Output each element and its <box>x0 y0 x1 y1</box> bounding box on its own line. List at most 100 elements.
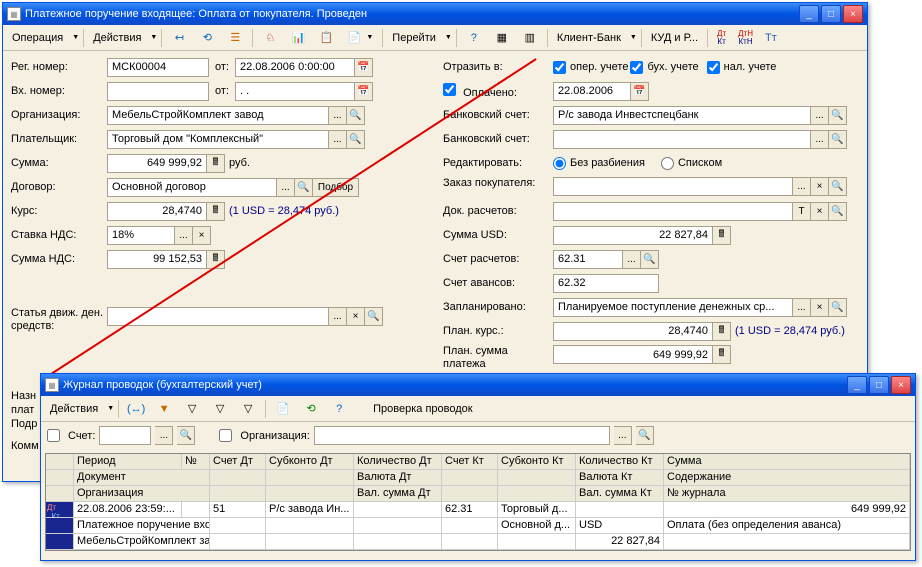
dtkt-button[interactable]: ДтКт <box>712 28 731 48</box>
planned-field[interactable] <box>553 298 793 317</box>
list-button[interactable]: ☰ <box>222 28 248 48</box>
minimize-button[interactable]: _ <box>799 5 819 23</box>
rate-field[interactable] <box>107 202 207 221</box>
col-cur-dt[interactable]: Валюта Дт <box>354 470 442 485</box>
filter-b-button[interactable]: ▽ <box>179 399 205 419</box>
search-button[interactable]: 🔍 <box>829 202 847 221</box>
filter-c-button[interactable]: ▽ <box>207 399 233 419</box>
search-button[interactable]: 🔍 <box>829 130 847 149</box>
select-button[interactable]: ... <box>623 250 641 269</box>
select-button[interactable]: ... <box>277 178 295 197</box>
filter-d-button[interactable]: ▽ <box>235 399 261 419</box>
col-acc-kt[interactable]: Счет Кт <box>442 454 498 469</box>
expand-button[interactable]: (↔) <box>123 399 149 419</box>
journal-titlebar[interactable]: ▦ Журнал проводок (бухгалтерский учет) _… <box>41 374 915 396</box>
org-filter-field[interactable] <box>314 426 610 445</box>
actions-menu[interactable]: Действия <box>88 28 146 48</box>
clear-button[interactable]: × <box>811 202 829 221</box>
tool-b-button[interactable]: 📊 <box>285 28 311 48</box>
maximize-button[interactable]: □ <box>869 376 889 394</box>
payer-field[interactable] <box>107 130 329 149</box>
layout-b-button[interactable]: ▥ <box>517 28 543 48</box>
col-qty-kt[interactable]: Количество Кт <box>576 454 664 469</box>
acc-filter-checkbox[interactable] <box>47 429 60 442</box>
table-row[interactable]: Дт Кт 22.08.2006 23:59:... 51 Р/с завода… <box>46 502 910 518</box>
search-button[interactable]: 🔍 <box>295 178 313 197</box>
doc-button[interactable]: 📄 <box>270 399 296 419</box>
acc-filter-field[interactable] <box>99 426 151 445</box>
no-split-radio[interactable] <box>553 157 566 170</box>
t-button[interactable]: T <box>793 202 811 221</box>
col-acc-dt[interactable]: Счет Дт <box>210 454 266 469</box>
vat-rate-field[interactable] <box>107 226 175 245</box>
acc-adv-field[interactable] <box>553 274 659 293</box>
select-button[interactable]: ... <box>175 226 193 245</box>
select-button[interactable]: ... <box>811 106 829 125</box>
minimize-button[interactable]: _ <box>847 376 867 394</box>
check-entries-button[interactable]: Проверка проводок <box>368 399 477 419</box>
select-button[interactable]: ... <box>329 307 347 326</box>
search-button[interactable]: 🔍 <box>829 298 847 317</box>
table-row[interactable]: Платежное поручение входя... Основной д.… <box>46 518 910 534</box>
plan-sum-field[interactable] <box>553 345 713 364</box>
contract-field[interactable] <box>107 178 277 197</box>
clear-button[interactable]: × <box>193 226 211 245</box>
search-button[interactable]: 🔍 <box>177 426 195 445</box>
close-button[interactable]: × <box>891 376 911 394</box>
paid-date-field[interactable] <box>553 82 631 101</box>
sum-usd-field[interactable] <box>553 226 713 245</box>
col-num[interactable]: № <box>182 454 210 469</box>
search-button[interactable]: 🔍 <box>636 426 654 445</box>
help-button[interactable]: ? <box>326 399 352 419</box>
bukh-uchet-checkbox[interactable] <box>630 61 643 74</box>
col-content[interactable]: Содержание <box>664 470 910 485</box>
search-button[interactable]: 🔍 <box>829 177 847 196</box>
dtkth-button[interactable]: ДтНКтН <box>733 28 758 48</box>
calc-button[interactable]: 🖩 <box>207 202 225 221</box>
oper-uchet-checkbox[interactable] <box>553 61 566 74</box>
select-button[interactable]: ... <box>329 130 347 149</box>
select-button[interactable]: ... <box>614 426 632 445</box>
in-num-field[interactable] <box>107 82 209 101</box>
in-date-field[interactable] <box>235 82 355 101</box>
calendar-button[interactable]: 📅 <box>355 82 373 101</box>
col-cur-kt[interactable]: Валюта Кт <box>576 470 664 485</box>
search-button[interactable]: 🔍 <box>829 106 847 125</box>
tool-a-button[interactable]: ♘ <box>257 28 283 48</box>
refresh-button[interactable]: ⟲ <box>194 28 220 48</box>
back-button[interactable]: ↤ <box>166 28 192 48</box>
calendar-button[interactable]: 📅 <box>631 82 649 101</box>
select-button[interactable]: ... <box>155 426 173 445</box>
calc-button[interactable]: 🖩 <box>713 226 731 245</box>
select-button[interactable]: ... <box>329 106 347 125</box>
calc-button[interactable]: 🖩 <box>713 322 731 341</box>
kudr-button[interactable]: КУД и Р... <box>646 28 703 48</box>
actions-menu[interactable]: Действия <box>45 399 103 419</box>
bank-acc2-field[interactable] <box>553 130 811 149</box>
reg-num-field[interactable] <box>107 58 209 77</box>
select-button[interactable]: ... <box>793 177 811 196</box>
col-qty-dt[interactable]: Количество Дт <box>354 454 442 469</box>
search-button[interactable]: 🔍 <box>641 250 659 269</box>
journal-grid[interactable]: Период № Счет Дт Субконто Дт Количество … <box>45 453 911 551</box>
bank-acc-field[interactable] <box>553 106 811 125</box>
org-filter-checkbox[interactable] <box>219 429 232 442</box>
clientbank-button[interactable]: Клиент-Банк <box>552 28 626 48</box>
sum-field[interactable] <box>107 154 207 173</box>
col-org[interactable]: Организация <box>74 486 210 501</box>
col-period[interactable]: Период <box>74 454 182 469</box>
order-field[interactable] <box>553 177 793 196</box>
plan-rate-field[interactable] <box>553 322 713 341</box>
vat-sum-field[interactable] <box>107 250 207 269</box>
search-button[interactable]: 🔍 <box>365 307 383 326</box>
col-sum[interactable]: Сумма <box>664 454 910 469</box>
acc-calc-field[interactable] <box>553 250 623 269</box>
goto-menu[interactable]: Перейти <box>387 28 441 48</box>
calc-button[interactable]: 🖩 <box>207 154 225 173</box>
clear-button[interactable]: × <box>811 298 829 317</box>
list-radio[interactable] <box>661 157 674 170</box>
help-button[interactable]: ? <box>461 28 487 48</box>
select-button[interactable]: ... <box>793 298 811 317</box>
search-button[interactable]: 🔍 <box>347 130 365 149</box>
main-titlebar[interactable]: ▦ Платежное поручение входящее: Оплата о… <box>3 3 867 25</box>
